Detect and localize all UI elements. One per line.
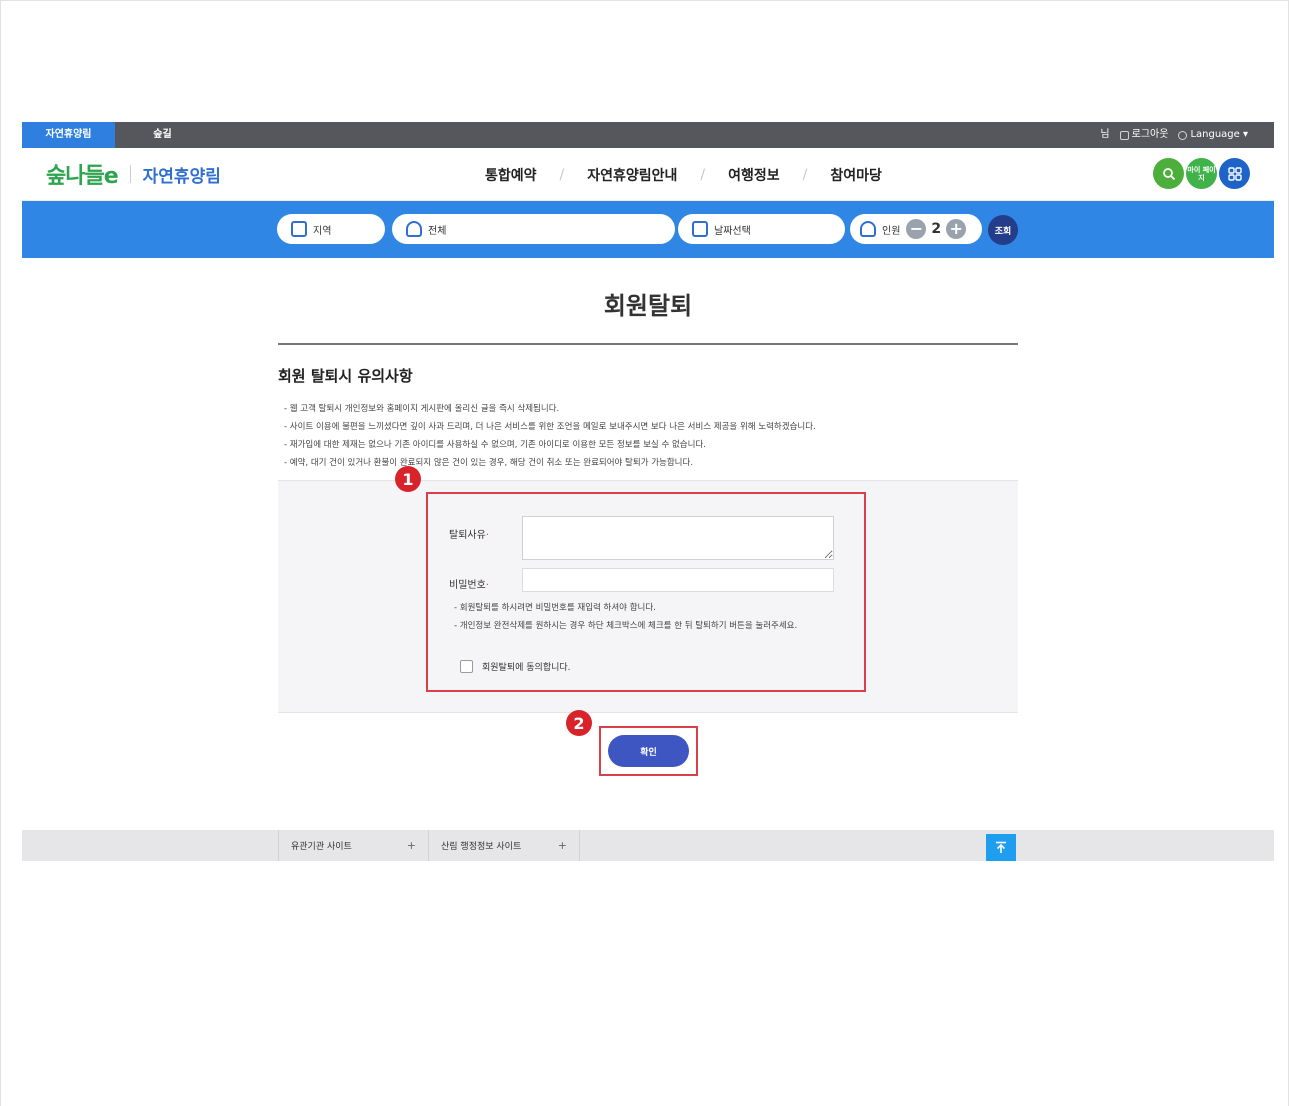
site-wrapper: 자연휴양림 숲길 님 로그아웃 Language ▾ 숲나들e 자연휴양림 통합… [22,122,1274,861]
site-logo[interactable]: 숲나들e 자연휴양림 [46,158,221,190]
notice-item: 예약, 대기 건이 있거나 환불이 완료되지 않은 건이 있는 경우, 해당 건… [284,454,1024,472]
logo-text: 자연휴양림 [142,166,221,187]
password-field[interactable] [522,568,834,592]
header-actions: 마이 페이지 [1153,158,1250,189]
notice-list: 웹 고객 탈퇴시 개인정보와 홈페이지 게시판에 올리신 글을 즉시 삭제됩니다… [284,400,1024,472]
logo-divider [129,165,131,183]
nav-separator: / [559,166,565,183]
search-submit-button[interactable]: 조회 [988,215,1018,245]
region-select[interactable]: 지역 [277,214,385,244]
top-utility-bar: 자연휴양림 숲길 님 로그아웃 Language ▾ [22,122,1274,148]
step-badge-2: 2 [566,710,592,736]
map-icon [291,221,307,237]
reason-label-text: 탈퇴사유 [449,530,486,541]
logout-link[interactable]: 로그아웃 [1119,122,1169,148]
language-select[interactable]: Language ▾ [1178,122,1248,148]
reason-label: 탈퇴사유· [449,526,489,541]
language-label: Language ▾ [1190,129,1248,140]
plus-button[interactable]: + [946,219,967,239]
nav-item-community[interactable]: 참여마당 [830,165,882,185]
plus-icon: + [406,839,416,852]
page-content: 회원탈퇴 회원 탈퇴시 유의사항 웹 고객 탈퇴시 개인정보와 홈페이지 게시판… [22,258,1274,830]
user-greeting: 님 [1100,129,1110,140]
agree-checkbox-row[interactable]: 회원탈퇴에 동의합니다. [460,660,571,673]
region-label: 지역 [313,225,332,237]
nav-item-travel-info[interactable]: 여행정보 [728,165,780,185]
forest-select[interactable]: 전체 [392,214,675,244]
scroll-top-button[interactable] [986,834,1016,861]
notice-item: 재가입에 대한 제재는 없으나 기존 아이디를 사용하실 수 없으며, 기존 아… [284,436,1024,454]
logo-mark: 숲나들e [46,164,119,189]
guide-item: 개인정보 완전삭제를 원하시는 경우 하단 체크박스에 체크를 한 뒤 탈퇴하기… [454,619,846,633]
date-select[interactable]: 날짜선택 [678,214,845,244]
mypage-button[interactable]: 마이 페이지 [1186,158,1217,189]
step-badge-1: 1 [395,466,421,492]
forest-admin-sites-label: 산림 행정정보 사이트 [441,842,522,852]
search-button[interactable] [1153,158,1184,189]
agree-checkbox[interactable] [460,660,473,673]
nav-item-forest-info[interactable]: 자연휴양림안내 [587,165,677,185]
nav-separator: / [802,166,808,183]
nav-separator: / [700,166,706,183]
people-count: 2 [931,221,942,237]
plus-icon: + [557,839,567,852]
people-icon [860,221,876,237]
tab-recreation-forest[interactable]: 자연휴양림 [22,122,115,148]
search-icon [1162,167,1175,180]
calendar-icon [692,221,708,237]
logout-icon [1119,130,1129,140]
forest-admin-sites-select[interactable]: 산림 행정정보 사이트 + [428,830,580,861]
related-sites-label: 유관기관 사이트 [291,842,352,852]
title-divider [278,343,1018,345]
page-title: 회원탈퇴 [603,292,693,320]
notice-title: 회원 탈퇴시 유의사항 [278,367,413,385]
notice-item: 사이트 이용에 불편을 느끼셨다면 깊이 사과 드리며, 더 나은 서비스를 위… [284,418,1024,436]
tab-forest-trail[interactable]: 숲길 [115,122,210,148]
globe-icon [1178,130,1188,140]
house-icon [406,221,422,237]
password-label-text: 비밀번호 [449,580,486,591]
main-header: 숲나들e 자연휴양림 통합예약 / 자연휴양림안내 / 여행정보 / 참여마당 … [22,148,1274,201]
notice-item: 웹 고객 탈퇴시 개인정보와 홈페이지 게시판에 올리신 글을 즉시 삭제됩니다… [284,400,1024,418]
forest-select-label: 전체 [428,225,447,237]
nav-item-reservation[interactable]: 통합예약 [485,165,537,185]
minus-button[interactable]: − [906,219,927,239]
logout-label: 로그아웃 [1131,129,1169,140]
date-label: 날짜선택 [714,225,751,237]
guide-item: 회원탈퇴를 하시려면 비밀번호를 재입력 하셔야 합니다. [454,601,846,615]
arrow-up-to-top-icon [996,841,1006,853]
people-label: 인원 [882,225,901,237]
related-sites-select[interactable]: 유관기관 사이트 + [278,830,428,861]
footer-links-bar: 유관기관 사이트 + 산림 행정정보 사이트 + [22,830,1274,861]
grid-menu-icon [1227,166,1242,181]
quick-search-band: 지역 전체 날짜선택 인원 − 2 + 조회 [22,201,1274,258]
people-stepper: 인원 − 2 + [850,214,982,244]
confirm-button[interactable]: 확인 [608,735,689,767]
form-guide-list: 회원탈퇴를 하시려면 비밀번호를 재입력 하셔야 합니다. 개인정보 완전삭제를… [454,601,846,637]
password-label: 비밀번호· [449,576,489,591]
required-mark: · [485,580,489,591]
top-utility-links: 님 로그아웃 Language ▾ [1100,122,1248,148]
all-menu-button[interactable] [1219,158,1250,189]
withdrawal-reason-textarea[interactable] [522,516,834,560]
agree-label: 회원탈퇴에 동의합니다. [482,663,571,673]
main-nav: 통합예약 / 자연휴양림안내 / 여행정보 / 참여마당 [485,148,882,201]
required-mark: · [485,530,489,541]
